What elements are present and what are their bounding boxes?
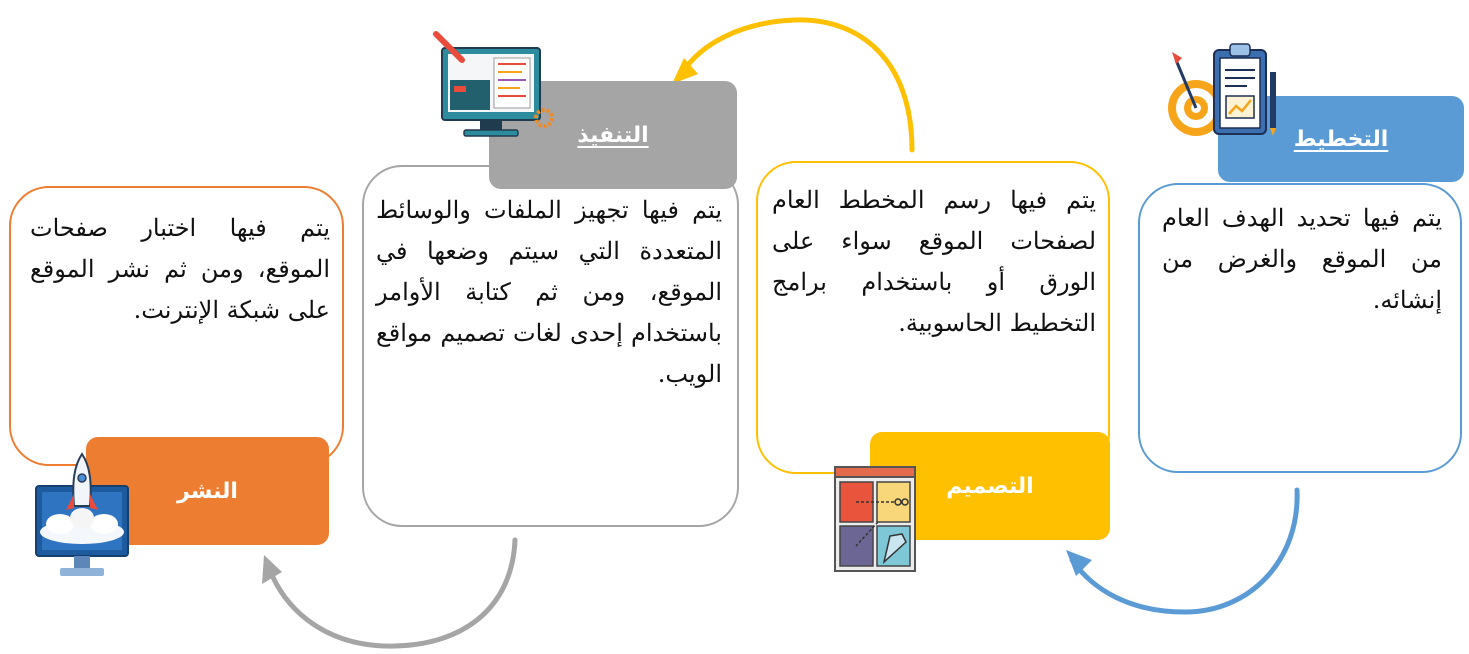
design-board-icon bbox=[834, 466, 916, 572]
design-title: التصميم bbox=[946, 473, 1034, 499]
planning-title: التخطيط bbox=[1293, 126, 1389, 152]
planning-text: يتم فيها تحديد الهدف العام من الموقع وال… bbox=[1162, 204, 1442, 314]
implementation-title: التنفيذ bbox=[577, 122, 649, 148]
implementation-text: يتم فيها تجهيز الملفات والوسائط المتعددة… bbox=[376, 196, 722, 388]
publishing-rocket-monitor-icon bbox=[35, 452, 129, 576]
arrow-head-planning-to-design bbox=[1066, 550, 1092, 576]
publishing-title: النشر bbox=[177, 478, 238, 504]
publishing-text: يتم فيها اختبار صفحات الموقع، ومن ثم نشر… bbox=[30, 214, 330, 324]
planning-clipboard-target-icon bbox=[1168, 43, 1276, 136]
design-text: يتم فيها رسم المخطط العام لصفحات الموقع … bbox=[772, 186, 1096, 337]
implementation-code-monitor-icon bbox=[433, 31, 554, 137]
arrow-implementation-to-publishing bbox=[267, 537, 518, 649]
